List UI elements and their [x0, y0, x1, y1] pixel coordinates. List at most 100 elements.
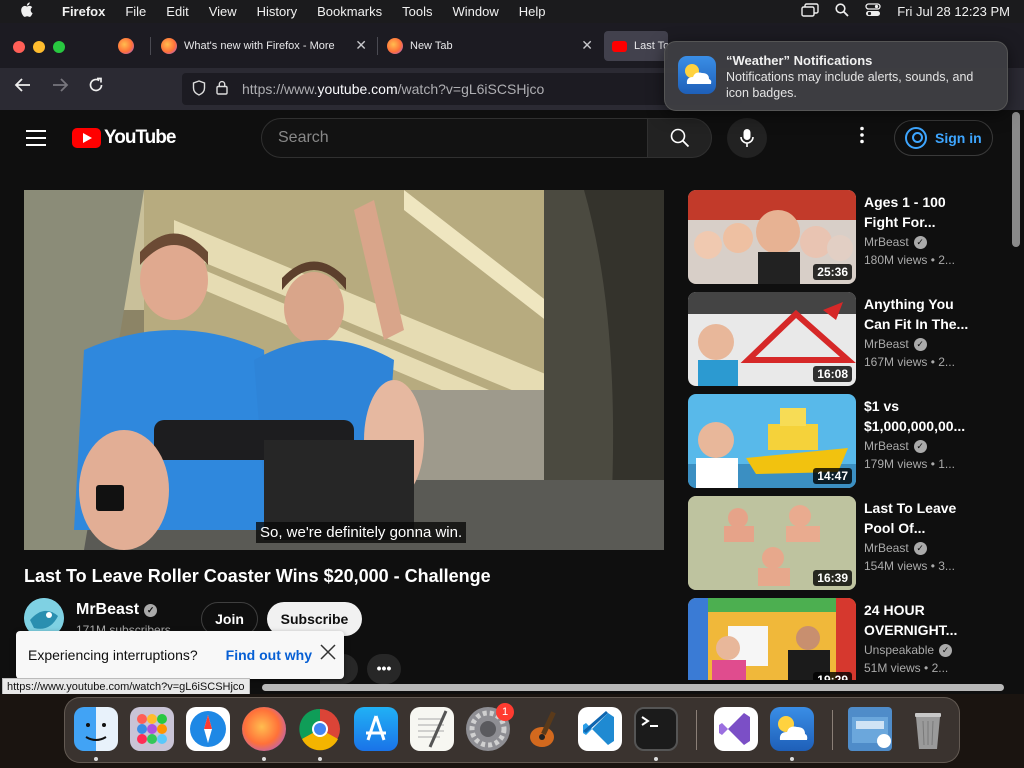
- voice-search-button[interactable]: [727, 118, 767, 158]
- recommended-title[interactable]: 24 HOUR OVERNIGHT...: [864, 600, 976, 640]
- window-zoom-button[interactable]: [53, 41, 65, 53]
- window-close-button[interactable]: [13, 41, 25, 53]
- microphone-icon: [740, 129, 754, 147]
- apple-menu-icon[interactable]: [0, 2, 52, 21]
- garageband-icon[interactable]: [522, 707, 566, 751]
- menu-bookmarks[interactable]: Bookmarks: [307, 4, 392, 19]
- notification-badge: 1: [496, 703, 514, 721]
- reload-button[interactable]: [88, 76, 104, 99]
- spotlight-search-icon[interactable]: [835, 3, 849, 20]
- vscode-icon[interactable]: [578, 707, 622, 751]
- firefox-dock-icon[interactable]: [242, 707, 286, 751]
- recommended-channel: Unspeakable ✓: [864, 643, 976, 657]
- recommended-channel: MrBeast ✓: [864, 235, 976, 249]
- menu-file[interactable]: File: [115, 4, 156, 19]
- toast-close-icon[interactable]: [318, 643, 338, 665]
- view-count: 51M views: [864, 661, 921, 675]
- weather-dock-icon[interactable]: [770, 707, 814, 751]
- recommended-video[interactable]: 25:36 Ages 1 - 100 Fight For... MrBeast ✓…: [688, 190, 988, 284]
- recommended-title[interactable]: Last To Leave Pool Of...: [864, 498, 976, 538]
- launchpad-icon[interactable]: [130, 707, 174, 751]
- terminal-icon[interactable]: [634, 707, 678, 751]
- channel-text: Unspeakable: [864, 643, 935, 657]
- downloads-folder-icon[interactable]: [848, 707, 892, 751]
- running-indicator: [262, 757, 266, 761]
- recommended-title[interactable]: $1 vs $1,000,000,00...: [864, 396, 976, 436]
- forward-button[interactable]: [51, 76, 69, 99]
- trash-icon[interactable]: [906, 707, 950, 751]
- menu-bar-clock[interactable]: Fri Jul 28 12:23 PM: [897, 4, 1010, 19]
- search-icon: [670, 128, 689, 148]
- chrome-icon[interactable]: [298, 707, 342, 751]
- lock-icon[interactable]: [216, 80, 228, 98]
- video-thumbnail[interactable]: 14:47: [688, 394, 856, 488]
- menu-tools[interactable]: Tools: [392, 4, 442, 19]
- tab-new-tab[interactable]: New Tab ✕: [381, 31, 599, 61]
- menu-view[interactable]: View: [199, 4, 247, 19]
- recommended-video[interactable]: 14:47 $1 vs $1,000,000,00... MrBeast ✓ 17…: [688, 394, 988, 488]
- url-prefix: https://www.: [242, 81, 318, 97]
- tab-title: What's new with Firefox - More: [184, 40, 335, 52]
- dock: 1: [64, 697, 960, 763]
- search-input[interactable]: Search: [261, 118, 648, 158]
- menu-help[interactable]: Help: [509, 4, 556, 19]
- address-bar[interactable]: https://www.youtube.com/watch?v=gL6iSCSH…: [182, 73, 742, 105]
- search-button[interactable]: [647, 118, 712, 158]
- tab-close-icon[interactable]: ✕: [355, 37, 367, 54]
- url-text[interactable]: https://www.youtube.com/watch?v=gL6iSCSH…: [242, 81, 544, 97]
- weather-notification-banner[interactable]: “Weather” Notifications Notifications ma…: [664, 41, 1008, 111]
- video-thumbnail[interactable]: 16:39: [688, 496, 856, 590]
- firefox-icon: [161, 38, 177, 54]
- control-center-icon[interactable]: [865, 3, 881, 20]
- video-player[interactable]: So, we're definitely gonna win.: [24, 190, 664, 550]
- url-host: youtube.com: [317, 81, 398, 97]
- video-thumbnail[interactable]: 16:08: [688, 292, 856, 386]
- tab-youtube-active[interactable]: Last To: [604, 31, 668, 61]
- window-minimize-button[interactable]: [33, 41, 45, 53]
- verified-icon: ✓: [144, 604, 158, 617]
- settings-kebab-icon[interactable]: [860, 126, 864, 150]
- channel-name[interactable]: MrBeast ✓: [76, 601, 158, 619]
- dock-separator: [832, 710, 833, 750]
- youtube-logo[interactable]: YouTube: [72, 127, 176, 149]
- recommended-video[interactable]: 16:39 Last To Leave Pool Of... MrBeast ✓ …: [688, 496, 988, 590]
- recommended-title[interactable]: Ages 1 - 100 Fight For...: [864, 192, 976, 232]
- tracking-protection-shield-icon[interactable]: [192, 79, 206, 99]
- menu-app-name[interactable]: Firefox: [52, 4, 115, 19]
- finder-icon[interactable]: [74, 707, 118, 751]
- app-store-icon[interactable]: [354, 707, 398, 751]
- video-frame-image: [24, 190, 664, 550]
- video-thumbnail[interactable]: 25:36: [688, 190, 856, 284]
- horizontal-scrollbar[interactable]: [262, 684, 1004, 691]
- video-thumbnail[interactable]: 19:29: [688, 598, 856, 680]
- video-duration: 19:29: [813, 672, 852, 680]
- view-count: 154M views: [864, 559, 928, 573]
- screen-mirroring-icon[interactable]: [801, 3, 819, 20]
- video-duration: 16:39: [813, 570, 852, 586]
- tab-separator: [150, 37, 151, 55]
- recommended-title[interactable]: Anything You Can Fit In The...: [864, 294, 976, 334]
- notification-title: “Weather” Notifications: [726, 53, 873, 68]
- sign-in-label: Sign in: [935, 130, 982, 146]
- textedit-icon[interactable]: [410, 707, 454, 751]
- find-out-why-link[interactable]: Find out why: [226, 647, 312, 663]
- dock-separator: [696, 710, 697, 750]
- tab-whats-new[interactable]: What's new with Firefox - More ✕: [155, 31, 373, 61]
- recommended-video[interactable]: 16:08 Anything You Can Fit In The... MrB…: [688, 292, 988, 386]
- menu-window[interactable]: Window: [443, 4, 509, 19]
- guide-menu-icon[interactable]: [26, 130, 46, 151]
- interruption-toast: Experiencing interruptions? Find out why: [16, 631, 344, 679]
- sign-in-button[interactable]: Sign in: [894, 120, 993, 156]
- recommended-video[interactable]: 19:29 24 HOUR OVERNIGHT... Unspeakable ✓ …: [688, 598, 988, 680]
- more-actions-button[interactable]: •••: [367, 654, 401, 684]
- tab-pinned-firefox[interactable]: [110, 31, 144, 61]
- running-indicator: [790, 757, 794, 761]
- safari-icon[interactable]: [186, 707, 230, 751]
- vertical-scrollbar[interactable]: [1012, 112, 1020, 247]
- back-button[interactable]: [14, 76, 32, 99]
- visual-studio-icon[interactable]: [714, 707, 758, 751]
- recommended-channel: MrBeast ✓: [864, 337, 976, 351]
- menu-edit[interactable]: Edit: [156, 4, 198, 19]
- menu-history[interactable]: History: [247, 4, 307, 19]
- tab-close-icon[interactable]: ✕: [581, 37, 593, 54]
